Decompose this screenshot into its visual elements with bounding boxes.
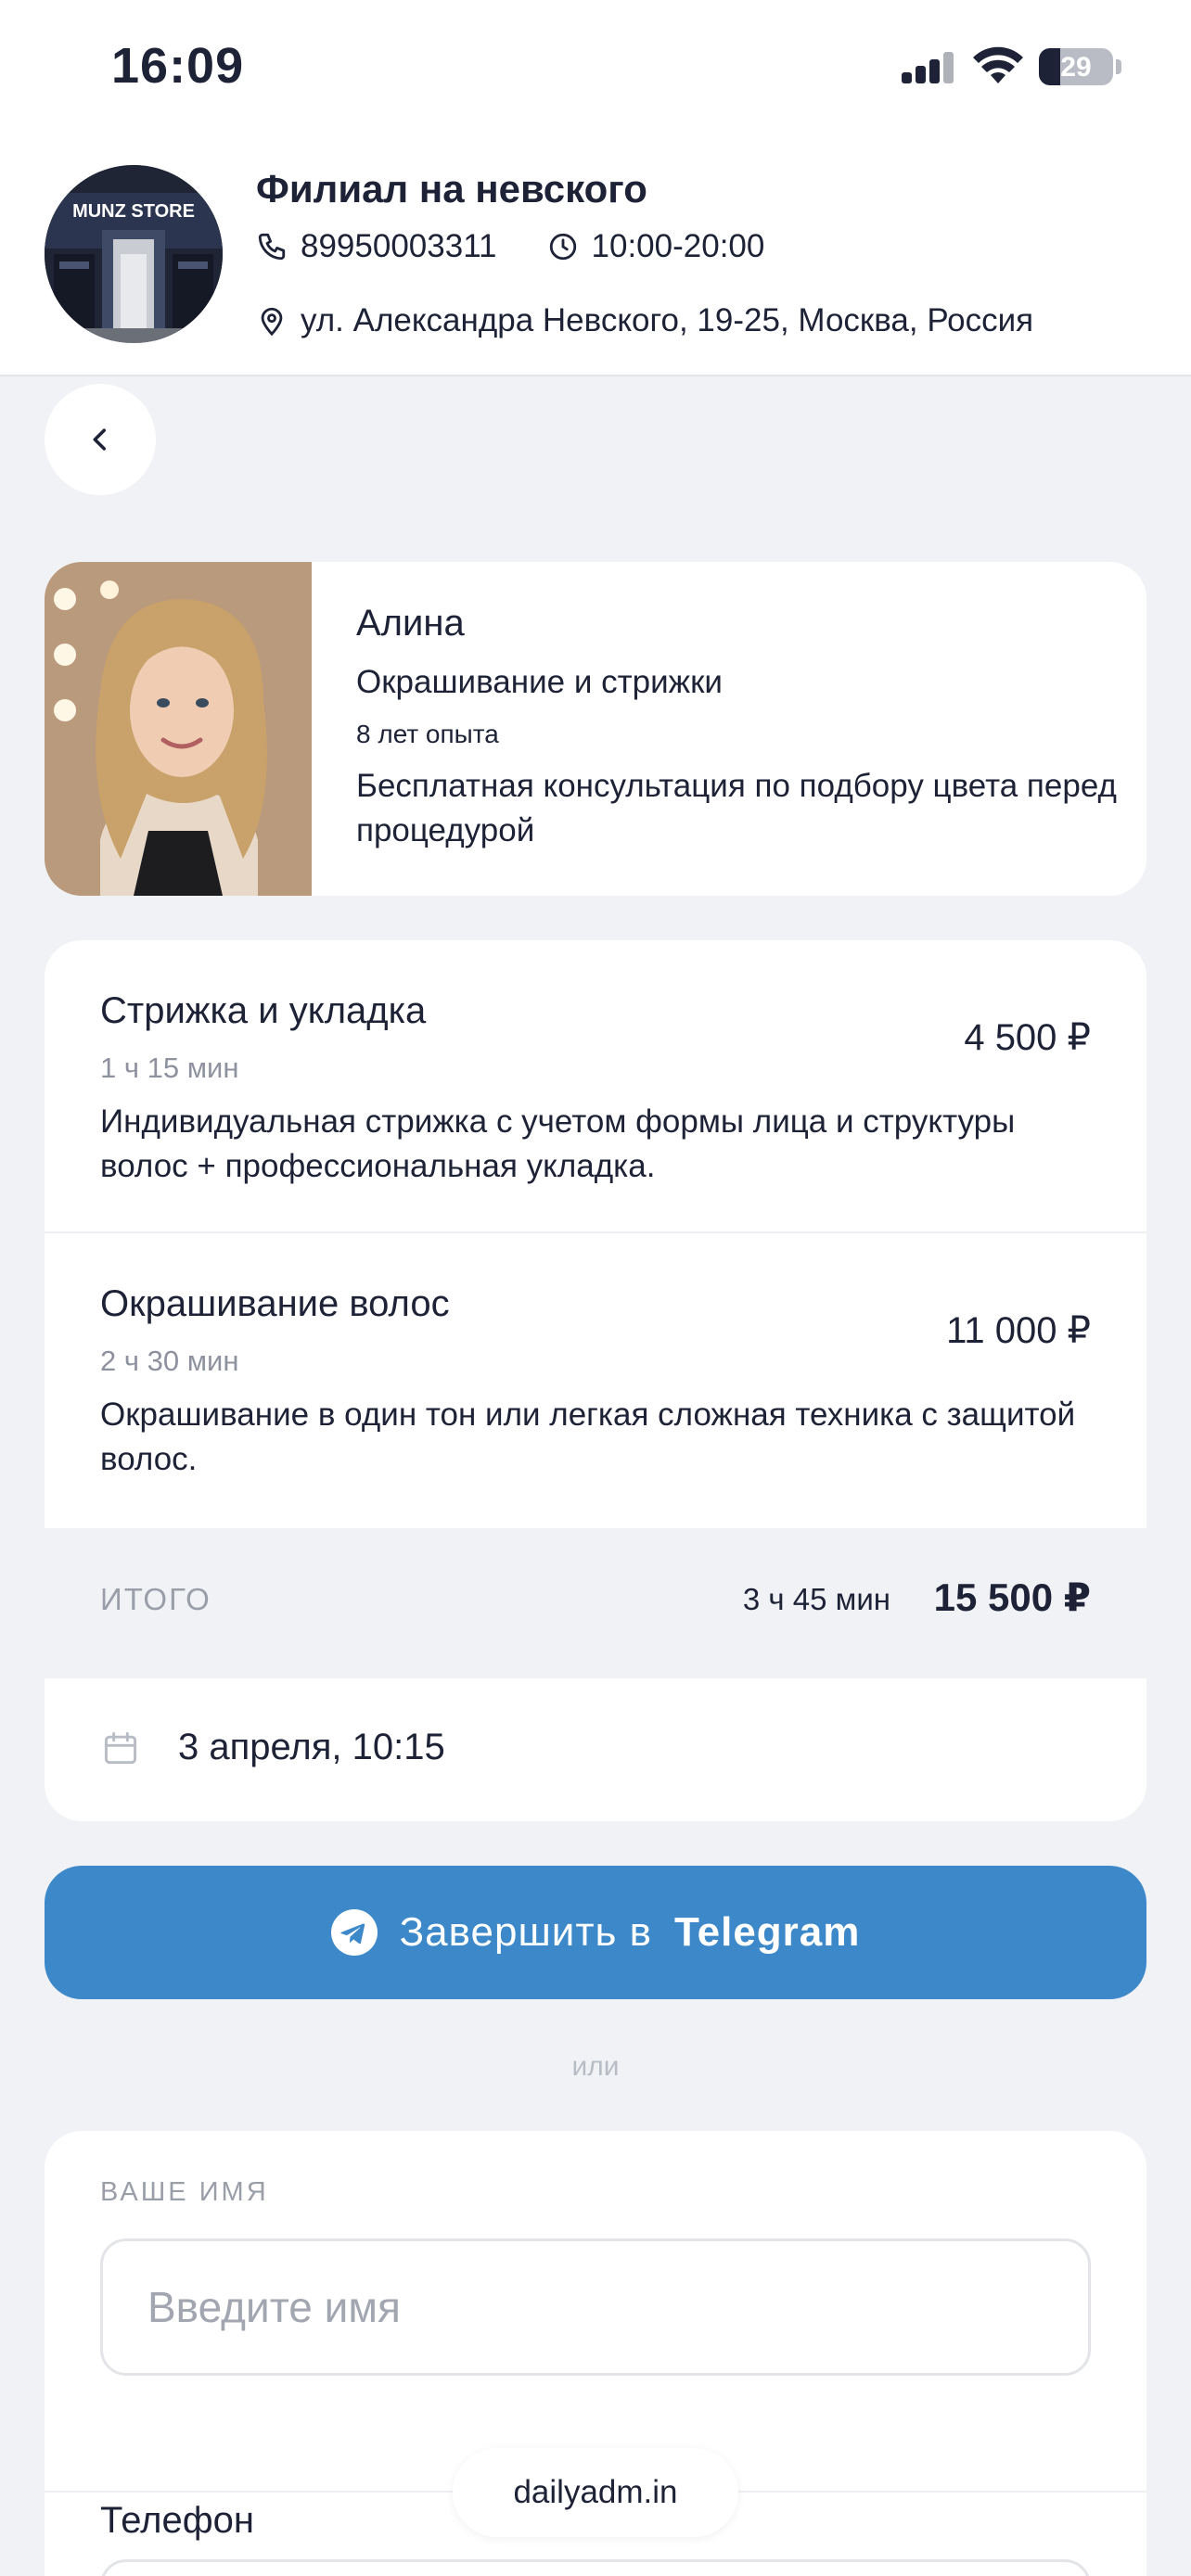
branch-contacts: 89950003311 10:00-20:00 [256, 228, 764, 265]
branch-avatar: MUNZ STORE [45, 165, 223, 343]
service-description: Окрашивание в один тон или легкая сложна… [100, 1396, 1076, 1477]
service-item: Стрижка и укладка 1 ч 15 мин 4 500 ₽ Инд… [45, 940, 1146, 1231]
total-label: ИТОГО [100, 1582, 211, 1616]
battery-level: 29 [1060, 52, 1092, 83]
watermark-badge: dailyadm.in [453, 2448, 738, 2537]
branch-phone-link[interactable]: 89950003311 [301, 228, 497, 265]
appointment-date-row[interactable]: 3 апреля, 10:15 [45, 1678, 1146, 1821]
appointment-datetime: 3 апреля, 10:15 [178, 1727, 445, 1767]
calendar-icon [104, 1732, 137, 1765]
master-photo [45, 562, 312, 896]
telegram-icon [330, 1909, 378, 1956]
total-duration: 3 ч 45 мин [742, 1582, 890, 1616]
telegram-button-brand: Telegram [674, 1909, 861, 1955]
service-title: Стрижка и укладка [100, 990, 427, 1031]
branch-address-line: ул. Александра Невского, 19-25, Москва, … [256, 302, 1033, 339]
services-card: Стрижка и укладка 1 ч 15 мин 4 500 ₽ Инд… [45, 940, 1146, 1821]
service-item: Окрашивание волос 2 ч 30 мин 11 000 ₽ Ок… [45, 1233, 1146, 1528]
location-pin-icon [261, 307, 283, 337]
name-input[interactable] [100, 2238, 1091, 2376]
status-time: 16:09 [111, 38, 245, 94]
master-experience: 8 лет опыта [356, 720, 499, 748]
cellular-signal-icon [902, 52, 955, 83]
back-button[interactable] [45, 384, 156, 495]
master-note: Бесплатная консультация по подбору цвета… [356, 768, 1117, 848]
service-duration: 2 ч 30 мин [100, 1345, 239, 1377]
branch-hours: 10:00-20:00 [591, 228, 765, 264]
battery-icon: 29 [1039, 48, 1113, 85]
wifi-icon [973, 46, 1023, 83]
service-description: Индивидуальная стрижка с учетом формы ли… [100, 1103, 1016, 1184]
chevron-left-icon [93, 428, 107, 451]
branch-name: Филиал на невского [256, 167, 647, 210]
service-title: Окрашивание волос [100, 1283, 450, 1324]
service-price: 11 000 ₽ [946, 1310, 1091, 1351]
total-row: ИТОГО 3 ч 45 мин 15 500 ₽ [45, 1528, 1146, 1678]
battery-tip [1116, 59, 1121, 74]
name-field-label: ВАШЕ ИМЯ [100, 2177, 269, 2207]
status-bar: 16:09 29 [0, 0, 1191, 139]
master-name: Алина [356, 603, 465, 644]
service-duration: 1 ч 15 мин [100, 1052, 239, 1084]
branch-address: ул. Александра Невского, 19-25, Москва, … [301, 302, 1034, 338]
phone-field-label: Телефон [100, 2500, 254, 2541]
branch-logo-text: MUNZ STORE [72, 201, 195, 222]
phone-input[interactable] [100, 2559, 1091, 2576]
service-price: 4 500 ₽ [964, 1017, 1091, 1058]
clock-icon [549, 233, 576, 261]
master-specialty: Окрашивание и стрижки [356, 664, 723, 700]
or-separator: или [571, 2051, 620, 2082]
master-card: Алина Окрашивание и стрижки 8 лет опыта … [45, 562, 1146, 896]
branch-header: MUNZ STORE Филиал на невского 8995000331… [0, 139, 1191, 376]
finish-in-telegram-button[interactable]: Завершить в Telegram [45, 1866, 1146, 1999]
telegram-button-prefix: Завершить в [399, 1909, 653, 1955]
phone-icon [258, 233, 286, 261]
total-price: 15 500 ₽ [933, 1575, 1091, 1619]
